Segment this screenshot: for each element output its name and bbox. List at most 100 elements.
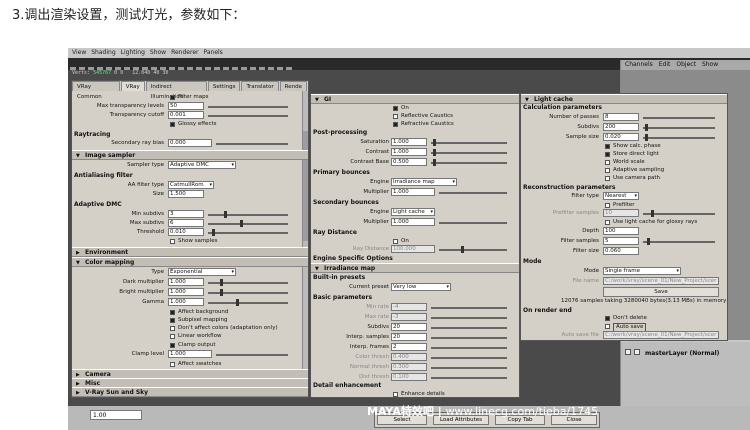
slider-knob[interactable] xyxy=(236,299,239,306)
passes-slider[interactable] xyxy=(643,117,715,119)
min-subdivs-slider[interactable] xyxy=(208,211,288,218)
slider-knob[interactable] xyxy=(433,149,436,156)
tab-settings[interactable]: Settings xyxy=(207,81,241,91)
slider-knob[interactable] xyxy=(645,134,648,141)
secondary-multiplier-field[interactable]: 1.000 xyxy=(391,218,435,226)
primary-multiplier-slider[interactable] xyxy=(439,192,507,194)
gamma-field[interactable]: 1.000 xyxy=(168,298,204,306)
filter-samples-field[interactable]: 5 xyxy=(603,237,639,245)
menu-panels[interactable]: Panels xyxy=(203,48,222,58)
irradiance-map-section[interactable]: ▼ Irradiance map xyxy=(311,263,519,273)
auto-save-checkbox[interactable] xyxy=(605,324,610,329)
min-subdivs-field[interactable]: 3 xyxy=(168,210,204,218)
min-rate-slider[interactable] xyxy=(431,307,507,309)
menu-lighting[interactable]: Lighting xyxy=(121,48,145,58)
current-preset-dropdown[interactable]: Very low xyxy=(391,283,451,291)
show-samples-checkbox[interactable] xyxy=(170,239,175,244)
filter-type-dropdown[interactable]: Nearest xyxy=(603,192,639,200)
filter-maps-checkbox[interactable] xyxy=(170,95,175,100)
slider-knob[interactable] xyxy=(220,279,223,286)
show-calc-phase-checkbox[interactable] xyxy=(605,144,610,149)
ray-distance-on-checkbox[interactable] xyxy=(393,239,398,244)
clamp-level-field[interactable]: 1.000 xyxy=(168,350,212,358)
tab-vray[interactable]: VRay xyxy=(120,81,145,91)
dist-thresh-field[interactable]: 0.100 xyxy=(391,373,427,381)
normal-thresh-slider[interactable] xyxy=(431,367,507,369)
prefilter-samples-field[interactable]: 10 xyxy=(603,209,639,217)
slider-knob[interactable] xyxy=(651,210,654,217)
saturation-slider[interactable] xyxy=(431,139,507,146)
secondary-ray-bias-slider[interactable] xyxy=(216,143,288,145)
bright-multiplier-slider[interactable] xyxy=(208,289,288,296)
slider-knob[interactable] xyxy=(240,220,243,227)
slider-knob[interactable] xyxy=(461,246,464,253)
layer-visibility-toggle[interactable] xyxy=(625,349,631,355)
clamp-output-checkbox[interactable] xyxy=(170,343,175,348)
auto-save-file-field[interactable]: C:/work/vray/scene_01/New_Project/scer xyxy=(603,331,719,339)
secondary-ray-bias-field[interactable]: 0.000 xyxy=(168,139,212,147)
menu-channels[interactable]: Channels xyxy=(625,60,653,70)
tab-indirect-illumination[interactable]: Indirect Illumination xyxy=(145,81,207,100)
normal-thresh-field[interactable]: 0.300 xyxy=(391,363,427,371)
current-time-field[interactable]: 1.00 xyxy=(90,410,142,420)
primary-multiplier-field[interactable]: 1.000 xyxy=(391,188,435,196)
linear-workflow-checkbox[interactable] xyxy=(170,334,175,339)
dont-delete-checkbox[interactable] xyxy=(605,316,610,321)
ray-distance-field[interactable]: 100.000 xyxy=(391,245,435,253)
clamp-level-slider[interactable] xyxy=(216,354,288,356)
slider-knob[interactable] xyxy=(224,211,227,218)
subpixel-mapping-checkbox[interactable] xyxy=(170,318,175,323)
aa-size-field[interactable]: 1.500 xyxy=(168,190,204,198)
im-subdivs-slider[interactable] xyxy=(431,327,507,329)
layer-render-toggle[interactable] xyxy=(634,349,640,355)
contrast-base-field[interactable]: 0.500 xyxy=(391,158,427,166)
max-subdivs-field[interactable]: 6 xyxy=(168,219,204,227)
tab-translator[interactable]: Translator xyxy=(241,81,279,91)
max-subdivs-slider[interactable] xyxy=(208,220,288,227)
color-thresh-field[interactable]: 0.400 xyxy=(391,353,427,361)
primary-engine-dropdown[interactable]: Irradiance map xyxy=(391,178,457,186)
passes-field[interactable]: 8 xyxy=(603,113,639,121)
menu-renderer[interactable]: Renderer xyxy=(171,48,198,58)
lc-subdivs-slider[interactable] xyxy=(643,124,715,131)
layer-name[interactable]: masterLayer (Normal) xyxy=(645,350,719,357)
color-mapping-type-dropdown[interactable]: Exponential xyxy=(168,268,236,276)
world-scale-checkbox[interactable] xyxy=(605,160,610,165)
aa-filter-type-dropdown[interactable]: CatmullRom xyxy=(168,181,214,189)
image-sampler-section[interactable]: ▼ Image sampler xyxy=(72,150,308,160)
interp-frames-field[interactable]: 2 xyxy=(391,343,427,351)
slider-knob[interactable] xyxy=(433,139,436,146)
adaptive-sampling-checkbox[interactable] xyxy=(605,168,610,173)
threshold-slider[interactable] xyxy=(208,229,288,236)
slider-knob[interactable] xyxy=(220,289,223,296)
color-thresh-slider[interactable] xyxy=(431,357,507,359)
min-rate-field[interactable]: -4 xyxy=(391,303,427,311)
secondary-engine-dropdown[interactable]: Light cache xyxy=(391,208,435,216)
use-lc-glossy-checkbox[interactable] xyxy=(605,220,610,225)
sampler-type-dropdown[interactable]: Adaptive DMC xyxy=(168,161,236,169)
transparency-cutoff-slider[interactable] xyxy=(208,115,288,117)
mode-dropdown[interactable]: Single frame xyxy=(603,267,681,275)
im-subdivs-field[interactable]: 20 xyxy=(391,323,427,331)
contrast-slider[interactable] xyxy=(431,149,507,156)
slider-knob[interactable] xyxy=(433,159,436,166)
filter-samples-slider[interactable] xyxy=(643,238,715,245)
depth-field[interactable]: 100 xyxy=(603,227,639,235)
menu-shading[interactable]: Shading xyxy=(91,48,115,58)
menu-object[interactable]: Object xyxy=(676,60,696,70)
sun-sky-section[interactable]: ▶ V-Ray Sun and Sky xyxy=(72,387,308,397)
contrast-field[interactable]: 1.000 xyxy=(391,148,427,156)
dark-multiplier-slider[interactable] xyxy=(208,279,288,286)
refractive-caustics-checkbox[interactable] xyxy=(393,122,398,127)
affect-background-checkbox[interactable] xyxy=(170,310,175,315)
menu-show[interactable]: Show xyxy=(702,60,718,70)
bright-multiplier-field[interactable]: 1.000 xyxy=(168,288,204,296)
tab-render-elements[interactable]: Rende xyxy=(279,81,307,91)
ray-distance-slider[interactable] xyxy=(439,246,507,253)
sample-size-slider[interactable] xyxy=(643,134,715,141)
transparency-cutoff-field[interactable]: 0.001 xyxy=(168,111,204,119)
dist-thresh-slider[interactable] xyxy=(431,377,507,379)
gamma-slider[interactable] xyxy=(208,299,288,306)
prefilter-samples-slider[interactable] xyxy=(643,210,715,217)
max-rate-slider[interactable] xyxy=(431,317,507,319)
